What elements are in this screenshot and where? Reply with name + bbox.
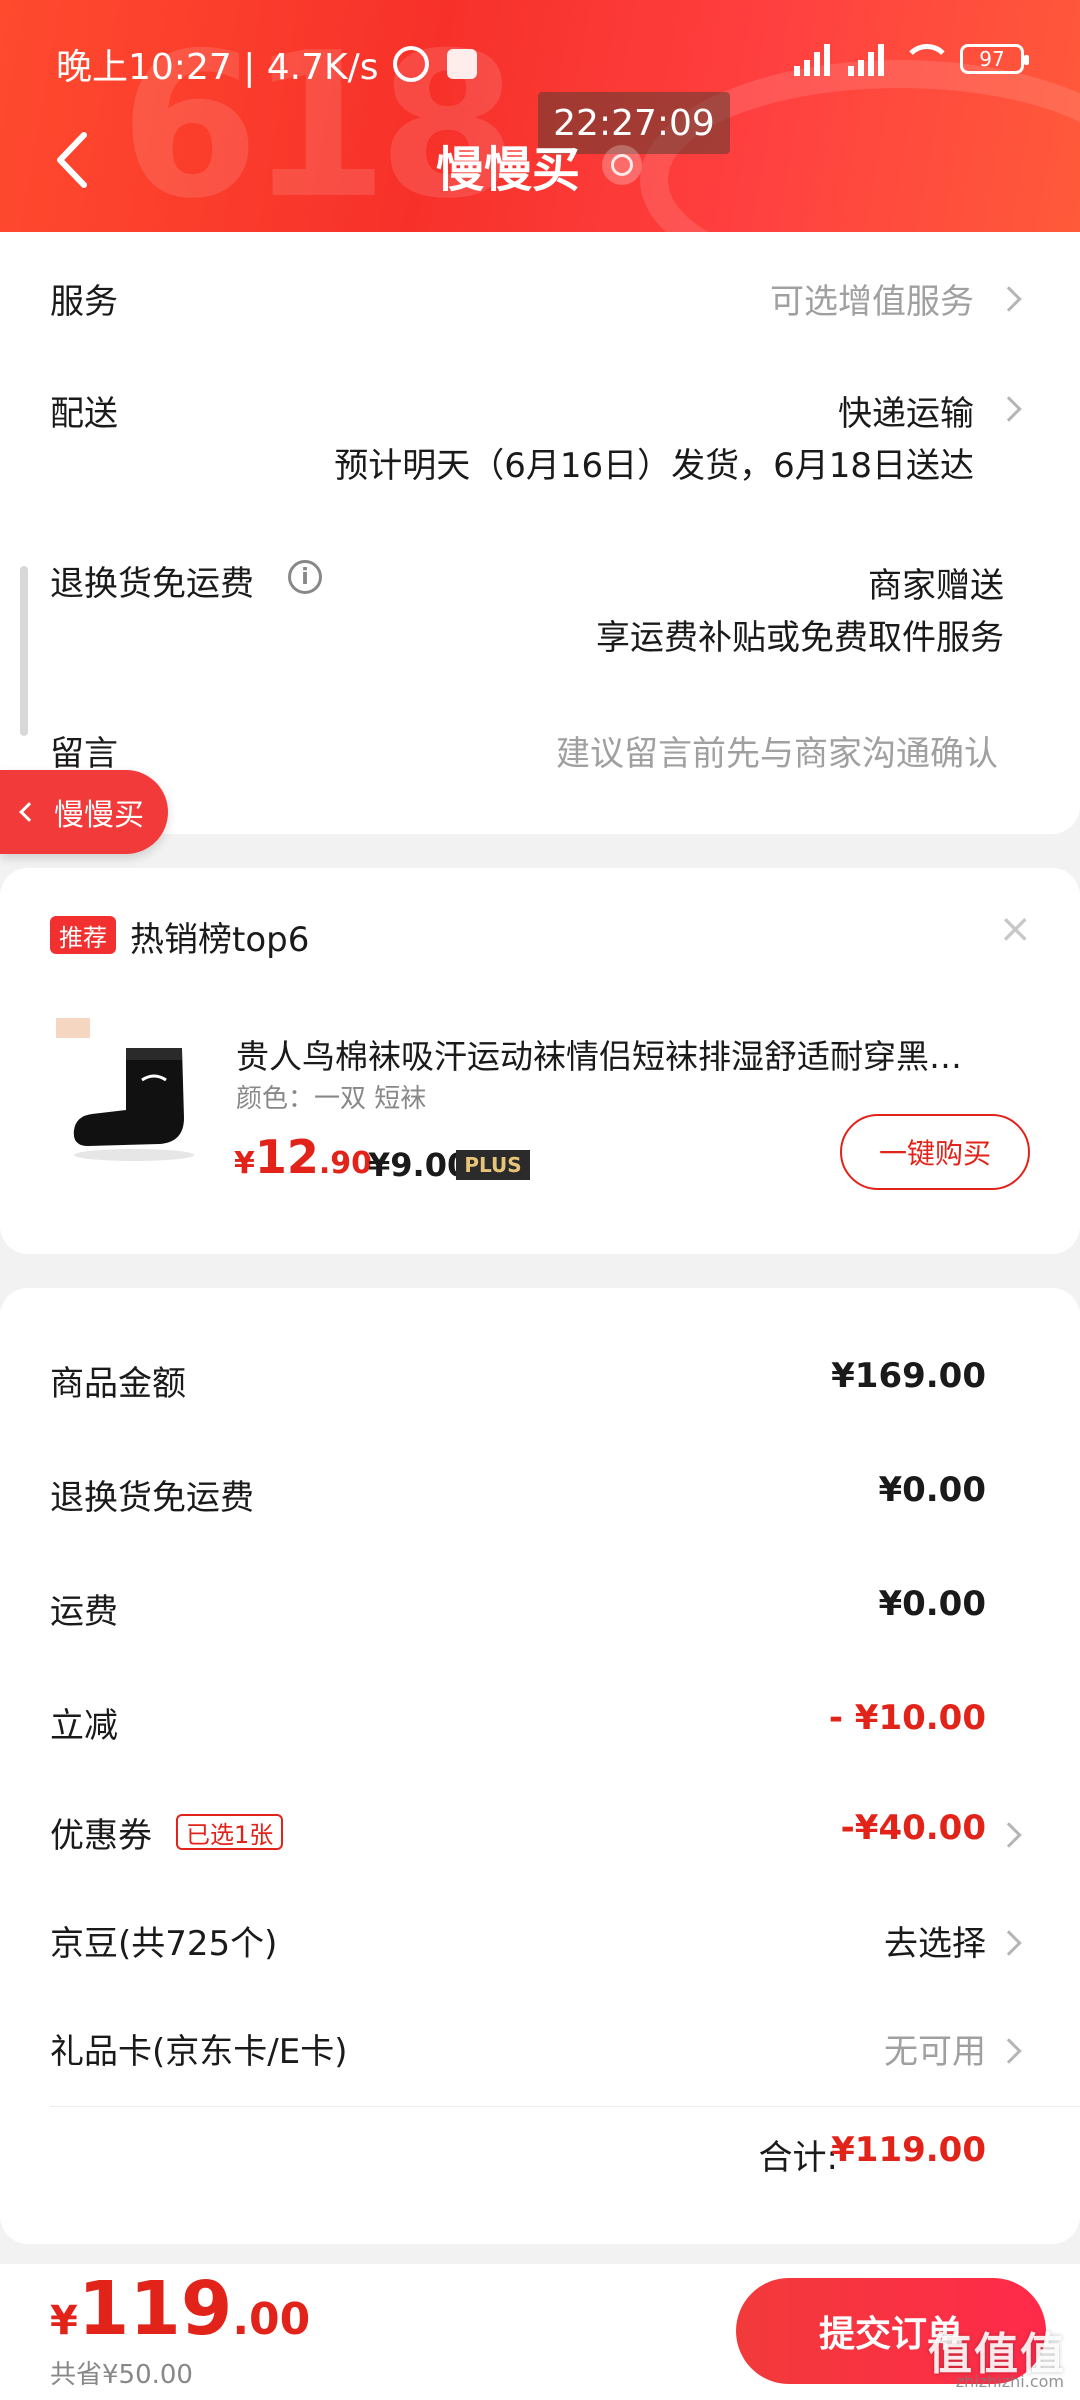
discount-label: 立减 [50, 1706, 118, 1746]
signal-icon [794, 42, 830, 76]
coupon-value[interactable]: -¥40.00 [841, 1808, 986, 1848]
chevron-left-icon [57, 132, 87, 188]
discount-value: - ¥10.00 [828, 1698, 986, 1738]
price-summary-card [0, 1288, 1080, 2244]
return-shipping-desc: 享运费补贴或免费取件服务 [596, 618, 1004, 658]
plus-price: ¥9.00 [368, 1146, 470, 1184]
saved-amount: 共省¥50.00 [50, 2360, 193, 2390]
service-value[interactable]: 可选增值服务 [770, 274, 974, 323]
message-label: 留言 [50, 734, 118, 774]
product-image[interactable] [54, 1010, 214, 1170]
freight-label: 运费 [50, 1592, 118, 1632]
status-time-speed: 晚上10:27 | 4.7K/s [56, 47, 379, 88]
recommend-badge: 推荐 [50, 916, 116, 954]
total-value: ¥119.00 [831, 2130, 986, 2170]
return-fee-label: 退换货免运费 [50, 1478, 254, 1518]
chevron-left-icon [19, 802, 39, 822]
battery-icon: 97 [960, 44, 1029, 74]
return-shipping-label: 退换货免运费 [50, 564, 254, 604]
floating-return-button[interactable]: 慢慢买 [0, 770, 168, 854]
plus-badge: PLUS [456, 1150, 530, 1180]
divider [50, 2106, 1080, 2107]
status-bar-right: 97 [794, 42, 1029, 76]
wifi-icon [902, 44, 952, 74]
jingdou-label: 京豆(共725个) [50, 1924, 278, 1964]
coupon-selected-badge: 已选1张 [176, 1814, 284, 1850]
total-label: 合计: [758, 2138, 838, 2178]
giftcard-label: 礼品卡(京东卡/E卡) [50, 2032, 348, 2072]
return-fee-value: ¥0.00 [878, 1470, 986, 1510]
page-title: 慢慢买 [436, 142, 581, 198]
product-price: ¥12.90 [234, 1130, 372, 1184]
info-icon[interactable]: i [288, 560, 322, 594]
goods-amount-label: 商品金额 [50, 1364, 186, 1404]
payable-symbol: ¥ [50, 2298, 78, 2344]
service-label: 服务 [50, 282, 118, 322]
delivery-value[interactable]: 快递运输 [838, 386, 974, 435]
alarm-icon [392, 46, 429, 82]
giftcard-value[interactable]: 无可用 [884, 2024, 986, 2073]
product-attr: 颜色：一双 短袜 [236, 1084, 427, 1114]
message-input[interactable]: 建议留言前先与商家沟通确认 [556, 726, 998, 775]
scrollbar[interactable] [20, 566, 28, 736]
location-pin-icon[interactable] [602, 145, 642, 185]
product-name[interactable]: 贵人鸟棉袜吸汗运动袜情侣短袜排湿舒适耐穿黑… [236, 1030, 1036, 1078]
freight-value: ¥0.00 [878, 1584, 986, 1624]
signal-icon-2 [848, 42, 884, 76]
payable-dec: .00 [232, 2294, 311, 2345]
recommend-title: 热销榜top6 [130, 920, 310, 960]
goods-amount-value: ¥169.00 [831, 1356, 986, 1396]
delivery-estimate: 预计明天（6月16日）发货，6月18日送达 [334, 446, 974, 486]
one-click-buy-button[interactable]: 一键购买 [840, 1114, 1030, 1190]
back-button[interactable] [50, 125, 96, 195]
jingdou-value[interactable]: 去选择 [884, 1916, 986, 1965]
coupon-label: 优惠券 [50, 1816, 152, 1856]
delivery-label: 配送 [50, 394, 118, 434]
price-int: 12 [254, 1130, 319, 1184]
floating-button-label: 慢慢买 [54, 798, 144, 833]
price-dec: .90 [318, 1146, 373, 1181]
status-bar-left: 晚上10:27 | 4.7K/s [56, 40, 477, 88]
price-symbol: ¥ [234, 1146, 255, 1181]
close-icon[interactable]: × [998, 906, 1032, 952]
return-shipping-value: 商家赠送 [868, 566, 1004, 606]
payable-amount: ¥119.00 [50, 2266, 310, 2352]
watermark-url: zhizhizhi.com [955, 2372, 1064, 2391]
app-notification-icon [446, 49, 477, 79]
payable-int: 119 [77, 2266, 233, 2352]
